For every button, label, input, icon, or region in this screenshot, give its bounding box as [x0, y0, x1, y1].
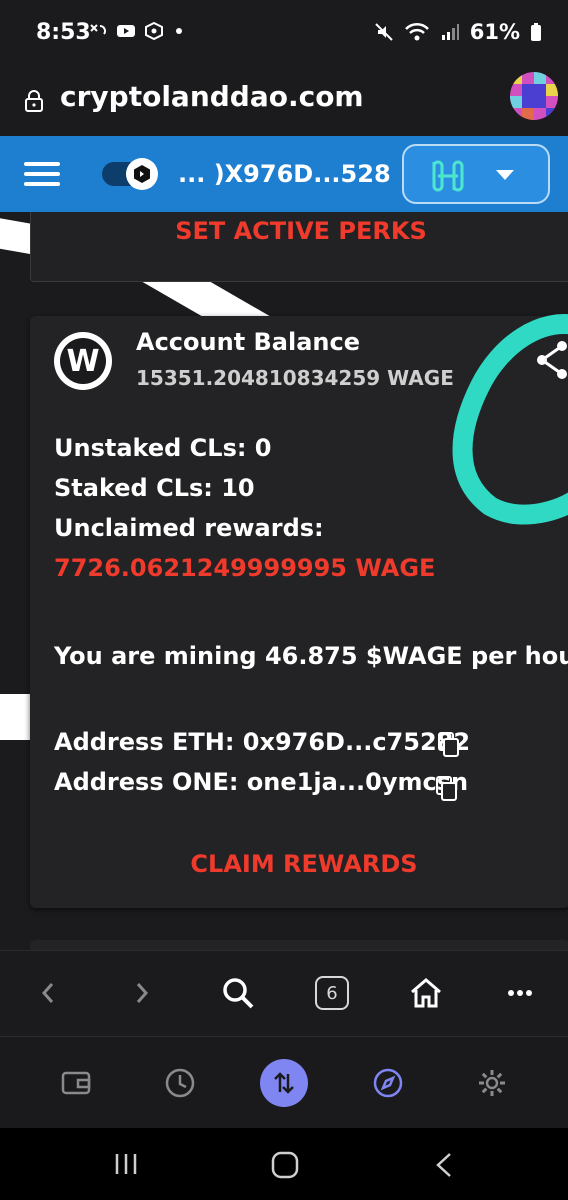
clock-icon[interactable]: [158, 1061, 202, 1105]
avatar[interactable]: [510, 72, 558, 120]
share-icon[interactable]: [534, 340, 568, 380]
more-icon[interactable]: [498, 971, 542, 1015]
gear-icon[interactable]: [470, 1061, 514, 1105]
compass-icon[interactable]: [366, 1061, 410, 1105]
notification-dot: [176, 28, 182, 34]
battery-percent: 61%: [469, 20, 520, 44]
swap-icon[interactable]: [260, 1059, 308, 1107]
chevron-right-icon[interactable]: [124, 971, 160, 1015]
system-nav: [0, 1128, 568, 1200]
wage-logo-icon: W: [60, 338, 106, 384]
wallet-address-short[interactable]: ... )X976D...528: [178, 160, 391, 188]
wallet-icon[interactable]: [54, 1061, 98, 1105]
status-time: 8:53: [36, 20, 91, 45]
url-text[interactable]: cryptolanddao.com: [60, 80, 364, 113]
crypto-app-icon: [145, 22, 163, 40]
youtube-icon: [117, 25, 135, 37]
status-bar: 8:53 61%: [0, 0, 568, 68]
harmony-icon: [432, 160, 464, 192]
chevron-down-icon: [496, 170, 514, 180]
toggle-knob: [126, 158, 158, 190]
wifi-icon: [404, 22, 429, 41]
app-header: ... )X976D...528: [0, 136, 568, 212]
mute-icon: [375, 23, 393, 41]
url-bar[interactable]: cryptolanddao.com: [0, 68, 568, 136]
unclaimed-value: 7726.0621249999995 WAGE: [54, 554, 436, 582]
status-right: 61%: [374, 20, 542, 44]
account-balance-card: W Account Balance 15351.204810834259 WAG…: [30, 314, 568, 908]
perks-card: SET ACTIVE PERKS: [30, 212, 568, 282]
address-eth: Address ETH: 0x976D...c75282: [54, 728, 471, 756]
call-icon: [90, 24, 106, 35]
tab-count-button[interactable]: 6: [310, 971, 354, 1015]
main-content: SET ACTIVE PERKS W Account Balance 15351…: [0, 212, 568, 950]
next-card: [30, 940, 568, 950]
chevron-left-icon[interactable]: [30, 971, 66, 1015]
address-one: Address ONE: one1ja...0ymcsn: [54, 768, 469, 796]
signal-icon: [441, 24, 459, 40]
hamburger-icon[interactable]: [24, 162, 60, 186]
app-bottom-nav: [0, 1036, 568, 1128]
set-active-perks-button[interactable]: SET ACTIVE PERKS: [31, 217, 568, 245]
pixel-avatar-icon: [510, 72, 558, 120]
copy-icon[interactable]: [438, 732, 460, 758]
network-selector[interactable]: [402, 144, 550, 204]
back-icon[interactable]: [432, 1150, 456, 1180]
lock-icon: [25, 90, 43, 112]
unclaimed-label: Unclaimed rewards:: [54, 514, 324, 542]
search-icon[interactable]: [216, 971, 260, 1015]
staked-cls: Staked CLs: 10: [54, 474, 255, 502]
mining-rate: You are mining 46.875 $WAGE per hour: [54, 642, 568, 670]
wallet-logo-icon: [134, 165, 150, 183]
wallet-toggle[interactable]: [102, 158, 158, 190]
status-left-icons: [88, 22, 182, 40]
browser-nav: 6: [0, 950, 568, 1036]
battery-icon: [531, 23, 541, 41]
home-button-icon[interactable]: [270, 1150, 300, 1180]
unstaked-cls: Unstaked CLs: 0: [54, 434, 272, 462]
wage-logo: W: [54, 332, 112, 390]
copy-icon[interactable]: [436, 776, 458, 802]
tab-count: 6: [315, 976, 349, 1010]
claim-rewards-button[interactable]: CLAIM REWARDS: [30, 850, 568, 878]
balance-title: Account Balance: [136, 328, 361, 356]
recent-apps-icon[interactable]: [112, 1150, 140, 1178]
balance-value: 15351.204810834259 WAGE: [136, 366, 454, 390]
home-icon[interactable]: [404, 971, 448, 1015]
